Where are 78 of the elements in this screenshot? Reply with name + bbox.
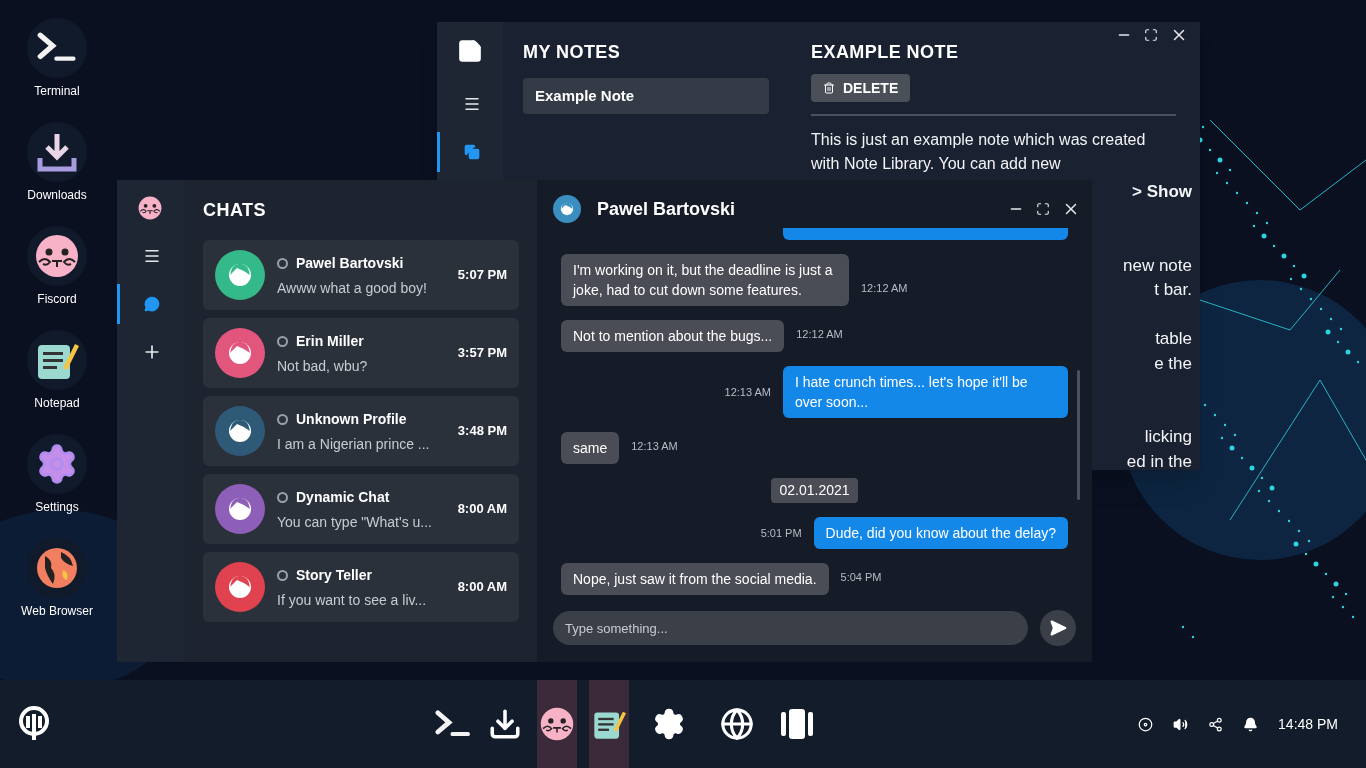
chat-time: 3:48 PM bbox=[457, 422, 507, 441]
note-text-fragment: t bar. bbox=[1154, 279, 1192, 301]
status-ring bbox=[277, 336, 288, 347]
maximize-icon[interactable] bbox=[1036, 202, 1050, 216]
message-bubble: Dude, did you know about the delay? bbox=[813, 517, 1068, 549]
message-time: 5:01 PM bbox=[760, 525, 802, 541]
message-preview: Awww what a good boy! bbox=[277, 279, 428, 298]
message-preview: If you want to see a liv... bbox=[277, 591, 428, 610]
chat-time: 5:07 PM bbox=[457, 266, 507, 285]
chat-time: 3:57 PM bbox=[457, 344, 507, 363]
contact-name: Dynamic Chat bbox=[296, 488, 390, 507]
chat-list-item[interactable]: Story Teller If you want to see a liv... 8:00 AM bbox=[203, 552, 519, 622]
message-time: 12:12 AM bbox=[861, 280, 908, 296]
date-separator: 02.01.2021 bbox=[771, 478, 858, 503]
contact-name: Story Teller bbox=[296, 566, 372, 585]
note-text-fragment: new note bbox=[1123, 254, 1192, 277]
download-icon bbox=[488, 707, 523, 741]
note-text-fragment: e the bbox=[1154, 352, 1192, 375]
note-text-fragment: ed in the bbox=[1126, 450, 1192, 473]
message-time: 12:13 AM bbox=[631, 438, 678, 454]
note-text-fragment: > Show bbox=[1132, 181, 1192, 203]
maximize-icon[interactable] bbox=[1144, 28, 1158, 42]
notes-icon bbox=[463, 144, 480, 160]
chats-title: CHATS bbox=[203, 199, 267, 222]
message-bubble: I hate crunch times... let's hope it'll be over soon... bbox=[783, 366, 1068, 418]
face-icon bbox=[35, 234, 79, 278]
note-text: This is just an example note which was created with Note Library. You can add new bbox=[811, 130, 1147, 174]
message-preview: Not bad, wbu? bbox=[277, 357, 369, 376]
conversation-title: Pawel Bartovski bbox=[597, 198, 736, 221]
face-icon bbox=[540, 707, 575, 741]
menu-icon bbox=[462, 95, 481, 113]
note-app-icon bbox=[457, 38, 483, 64]
message-preview: You can type "What's u... bbox=[277, 513, 433, 532]
volume-icon[interactable] bbox=[1173, 716, 1189, 732]
contact-name: Erin Miller bbox=[296, 332, 364, 351]
chat-list-item[interactable]: Unknown Profile I am a Nigerian prince ... 3:48 PM bbox=[203, 396, 519, 466]
chat-list-item[interactable]: Dynamic Chat You can type "What's u... 8:00 AM bbox=[203, 474, 519, 544]
message-preview: I am a Nigerian prince ... bbox=[277, 435, 431, 454]
message-bubble: same bbox=[561, 432, 620, 464]
taskbar-app[interactable] bbox=[589, 680, 630, 768]
trash-icon bbox=[823, 82, 835, 94]
message-bubble: I'm working on it, but the deadline is just a joke, had to cut down some features. bbox=[561, 254, 849, 306]
message-time: 12:13 AM bbox=[724, 384, 771, 400]
globe-icon bbox=[35, 546, 79, 590]
contact-name: Pawel Bartovski bbox=[296, 254, 404, 273]
chat-list-item[interactable]: Erin Miller Not bad, wbu? 3:57 PM bbox=[203, 318, 519, 388]
message-input[interactable]: Type something... bbox=[553, 611, 1028, 645]
message-time: 5:04 PM bbox=[840, 569, 882, 585]
note-text-fragment: licking bbox=[1144, 426, 1192, 448]
message-bubble: Nope, just saw it from the social media. bbox=[561, 563, 829, 595]
send-button[interactable] bbox=[1040, 610, 1076, 646]
chat-time: 8:00 AM bbox=[457, 578, 507, 597]
contact-name: Unknown Profile bbox=[296, 410, 407, 429]
status-ring bbox=[277, 492, 288, 503]
status-ring bbox=[277, 414, 288, 425]
face-icon bbox=[138, 196, 162, 220]
chat-icon bbox=[143, 296, 160, 312]
status-ring bbox=[277, 570, 288, 581]
notes-list-title: MY NOTES bbox=[523, 41, 622, 64]
widgets-icon bbox=[780, 707, 815, 741]
status-ring bbox=[277, 258, 288, 269]
message-bubble: Not to mention about the bugs... bbox=[561, 320, 785, 352]
clock: 14:48 PM bbox=[1278, 714, 1338, 734]
note-text-fragment: table bbox=[1155, 328, 1192, 350]
record-icon[interactable] bbox=[1138, 716, 1154, 732]
taskbar-app[interactable] bbox=[537, 680, 578, 768]
menu-icon bbox=[142, 247, 161, 265]
chat-time: 8:00 AM bbox=[457, 500, 507, 519]
notification-icon[interactable] bbox=[1243, 716, 1259, 732]
share-icon[interactable] bbox=[1208, 716, 1224, 732]
send-icon bbox=[1049, 619, 1067, 637]
chat-list-item[interactable]: Pawel Bartovski Awww what a good boy! 5:07 PM bbox=[203, 240, 519, 310]
delete-button[interactable]: DELETE bbox=[811, 74, 911, 102]
note-title: EXAMPLE NOTE bbox=[811, 41, 959, 64]
globe-icon bbox=[720, 707, 755, 741]
logo-icon bbox=[16, 706, 52, 742]
message-time: 12:12 AM bbox=[796, 326, 843, 342]
note-list-item[interactable]: Example Note bbox=[523, 78, 769, 114]
